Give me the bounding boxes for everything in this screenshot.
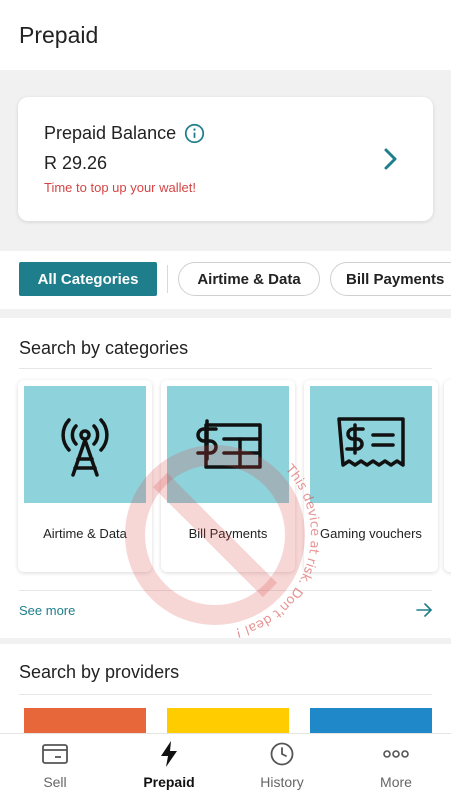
wallet-icon (42, 744, 68, 764)
page-title: Prepaid (19, 22, 99, 48)
providers-title: Search by providers (19, 662, 180, 682)
tile-image (167, 386, 289, 503)
prepaid-balance-card[interactable]: Prepaid Balance R 29.26 Time to top up y… (18, 97, 433, 221)
lightning-icon (161, 741, 177, 767)
tile-label: Gaming vouchers (320, 526, 422, 541)
divider (19, 368, 432, 369)
chevron-right-icon[interactable] (383, 147, 399, 171)
tile-image (310, 386, 432, 503)
tab-history[interactable]: History (237, 740, 327, 790)
antenna-icon (61, 417, 109, 477)
category-tile-bills[interactable]: Bill Payments (161, 380, 295, 572)
divider (19, 590, 432, 591)
bill-icon (196, 418, 262, 469)
bottom-tab-bar: Sell Prepaid History More (0, 733, 451, 797)
category-tile-airtime[interactable]: Airtime & Data (18, 380, 152, 572)
next-tile-peek (444, 380, 451, 572)
arrow-right-icon[interactable] (416, 602, 432, 618)
tab-label: Sell (43, 774, 67, 790)
tab-sell[interactable]: Sell (10, 740, 100, 790)
provider-tile[interactable] (310, 708, 432, 734)
tab-label: History (260, 774, 304, 790)
balance-amount: R 29.26 (44, 153, 108, 173)
tab-label: Prepaid (143, 774, 195, 790)
chip-airtime-data[interactable]: Airtime & Data (178, 262, 320, 296)
see-more-link[interactable]: See more (19, 603, 75, 618)
tab-label: More (380, 774, 412, 790)
chip-all-categories[interactable]: All Categories (19, 262, 157, 296)
clock-icon (270, 742, 294, 766)
more-dots-icon (383, 750, 409, 758)
divider (19, 694, 432, 695)
provider-tile[interactable] (24, 708, 146, 734)
app-header: Prepaid (0, 0, 451, 70)
tab-more[interactable]: More (351, 740, 441, 790)
balance-warning: Time to top up your wallet! (44, 180, 196, 195)
chip-bill-payments[interactable]: Bill Payments (330, 262, 451, 296)
balance-label: Prepaid Balance (44, 123, 177, 143)
category-tile-gaming[interactable]: Gaming vouchers (304, 380, 438, 572)
tile-label: Airtime & Data (43, 526, 127, 541)
voucher-icon (337, 416, 405, 467)
tile-image (24, 386, 146, 503)
category-chips: All Categories Airtime & Data Bill Payme… (0, 251, 451, 309)
tab-prepaid[interactable]: Prepaid (124, 740, 214, 790)
tile-label: Bill Payments (188, 526, 268, 541)
info-icon[interactable] (184, 123, 205, 144)
chip-divider (167, 265, 168, 293)
categories-title: Search by categories (19, 338, 189, 358)
provider-tile[interactable] (167, 708, 289, 734)
